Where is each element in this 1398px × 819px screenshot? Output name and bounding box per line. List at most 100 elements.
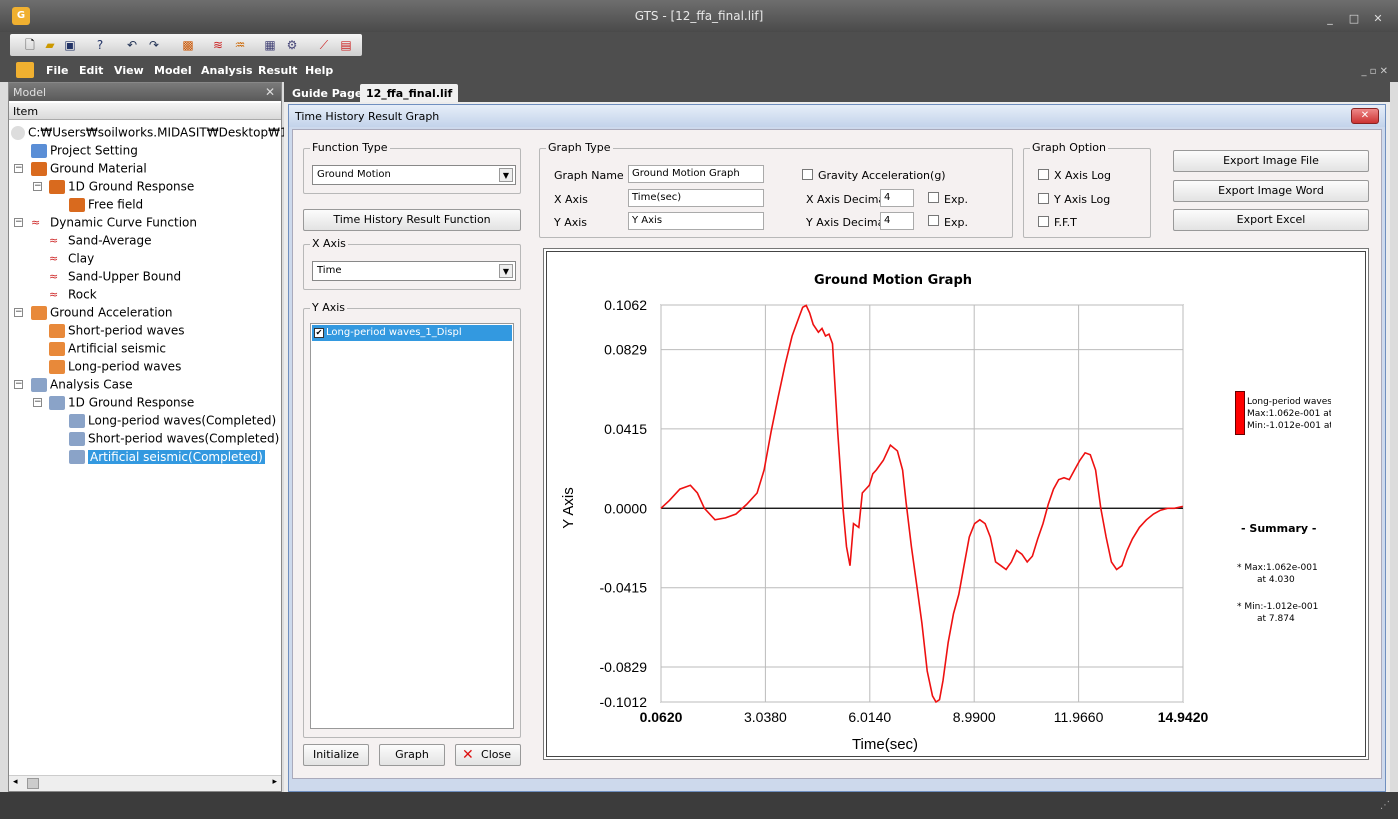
initialize-button[interactable]: Initialize: [303, 744, 369, 766]
acceleration-icon: [49, 341, 65, 356]
tree-item-artificial-seismic-completed[interactable]: Artificial seismic(Completed): [69, 447, 265, 465]
group-title: Function Type: [310, 141, 390, 154]
tree-item-short-period-completed[interactable]: Short-period waves(Completed): [69, 429, 279, 447]
tree-item-label: Short-period waves: [68, 323, 185, 338]
function-type-group: Function Type Ground Motion ▼: [303, 141, 521, 194]
x-axis-select[interactable]: Time ▼: [312, 261, 516, 281]
y-exp-label: Exp.: [944, 216, 968, 229]
tree-header: Item: [9, 103, 281, 120]
collapse-toggle[interactable]: −: [33, 398, 42, 407]
collapse-toggle[interactable]: −: [14, 380, 23, 389]
settings-icon[interactable]: ⚙: [284, 37, 300, 53]
tree-item-ground-material[interactable]: Ground Material: [31, 159, 147, 177]
menu-analysis[interactable]: Analysis: [201, 64, 253, 77]
time-history-dialog: Time History Result Graph ✕ Function Typ…: [288, 104, 1386, 792]
close-x-icon: ✕: [462, 747, 474, 763]
tree-item-clay[interactable]: ≈ Clay: [49, 249, 94, 267]
open-folder-icon[interactable]: ▰: [42, 37, 58, 53]
menu-model[interactable]: Model: [154, 64, 192, 77]
tree-item-label: Free field: [88, 197, 144, 212]
graph-icon[interactable]: ⟋: [316, 37, 332, 53]
tab-12-ffa-final[interactable]: 12_ffa_final.lif: [360, 84, 459, 102]
ground-icon[interactable]: ▩: [180, 37, 196, 53]
tree-item-free-field[interactable]: Free field: [69, 195, 143, 213]
export-image-word-button[interactable]: Export Image Word: [1173, 180, 1369, 202]
x-axis-field[interactable]: Time(sec): [628, 189, 764, 207]
tree-item-analysis-1d-ground-response[interactable]: 1D Ground Response: [49, 393, 194, 411]
x-tick-label: 6.0140: [848, 709, 891, 725]
help-icon[interactable]: ?: [92, 37, 108, 53]
resize-grip-icon[interactable]: ⋰: [1380, 800, 1390, 811]
scroll-left-icon[interactable]: ◂: [13, 777, 18, 787]
graph-button[interactable]: Graph: [379, 744, 445, 766]
export-image-file-button[interactable]: Export Image File: [1173, 150, 1369, 172]
y-decimal-field[interactable]: 4: [880, 212, 914, 230]
x-axis-log-checkbox[interactable]: [1038, 169, 1049, 180]
fft-checkbox[interactable]: [1038, 216, 1049, 227]
tree-item-label: Analysis Case: [50, 377, 133, 392]
undo-icon[interactable]: ↶: [124, 37, 140, 53]
save-icon[interactable]: ▣: [62, 37, 78, 53]
tree-item-rock[interactable]: ≈ Rock: [49, 285, 97, 303]
y-exp-checkbox[interactable]: [928, 215, 939, 226]
toolbar: 🗋 ▰ ▣ ? ↶ ↷ ▩ ≋ ♒ ▦ ⚙ ⟋ ▤: [0, 32, 1398, 58]
result-icon[interactable]: ▤: [338, 37, 354, 53]
menu-app-icon[interactable]: [16, 62, 34, 78]
tree-item-dynamic-curve[interactable]: ≈ Dynamic Curve Function: [31, 213, 197, 231]
collapse-toggle[interactable]: −: [14, 164, 23, 173]
y-axis-list[interactable]: ✔ Long-period waves_1_Displ: [310, 323, 514, 729]
x-decimal-field[interactable]: 4: [880, 189, 914, 207]
menu-view[interactable]: View: [114, 64, 144, 77]
panel-close-icon[interactable]: ✕: [265, 85, 275, 99]
tree-item-project-setting[interactable]: Project Setting: [31, 141, 138, 159]
export-excel-button[interactable]: Export Excel: [1173, 209, 1369, 231]
function-type-select[interactable]: Ground Motion ▼: [312, 165, 516, 185]
checkbox-checked-icon[interactable]: ✔: [314, 328, 324, 338]
menu-result[interactable]: Result: [258, 64, 297, 77]
menu-file[interactable]: File: [46, 64, 69, 77]
acceleration-icon[interactable]: ♒: [232, 37, 248, 53]
wave-icon[interactable]: ≋: [210, 37, 226, 53]
x-tick-label: 8.9900: [953, 709, 996, 725]
new-file-icon[interactable]: 🗋: [22, 37, 38, 53]
tab-guide-page[interactable]: Guide Page: [286, 84, 368, 102]
menu-help[interactable]: Help: [305, 64, 333, 77]
tree-item-label: 1D Ground Response: [68, 395, 195, 410]
collapse-toggle[interactable]: −: [33, 182, 42, 191]
close-button[interactable]: ✕ Close: [455, 744, 521, 766]
tree-item-ground-acceleration[interactable]: Ground Acceleration: [31, 303, 173, 321]
tree-item-short-period-waves[interactable]: Short-period waves: [49, 321, 184, 339]
maximize-icon[interactable]: □: [1346, 12, 1362, 26]
analysis-icon[interactable]: ▦: [262, 37, 278, 53]
y-axis-field[interactable]: Y Axis: [628, 212, 764, 230]
graph-name-field[interactable]: Ground Motion Graph: [628, 165, 764, 183]
gravity-checkbox[interactable]: [802, 169, 813, 180]
tree-item-analysis-case[interactable]: Analysis Case: [31, 375, 133, 393]
document-area: Guide Page 12_ffa_final.lif Time History…: [284, 82, 1390, 792]
y-axis-log-checkbox[interactable]: [1038, 193, 1049, 204]
mdi-controls[interactable]: _ ▫ ✕: [1361, 66, 1388, 77]
time-history-function-button[interactable]: Time History Result Function: [303, 209, 521, 231]
scroll-right-icon[interactable]: ▸: [272, 777, 277, 787]
tree-item-sand-upper-bound[interactable]: ≈ Sand-Upper Bound: [49, 267, 181, 285]
tree-item-long-period-completed[interactable]: Long-period waves(Completed): [69, 411, 276, 429]
list-item[interactable]: ✔ Long-period waves_1_Displ: [312, 325, 512, 341]
menu-edit[interactable]: Edit: [79, 64, 103, 77]
scroll-thumb[interactable]: [27, 778, 39, 789]
horizontal-scrollbar[interactable]: ◂ ▸: [9, 775, 281, 791]
close-icon[interactable]: ✕: [1370, 12, 1386, 26]
minimize-icon[interactable]: _: [1322, 12, 1338, 26]
x-exp-checkbox[interactable]: [928, 192, 939, 203]
y-tick-label: 0.0000: [604, 500, 647, 516]
tree-item-long-period-waves[interactable]: Long-period waves: [49, 357, 181, 375]
collapse-toggle[interactable]: −: [14, 218, 23, 227]
dialog-close-icon[interactable]: ✕: [1351, 108, 1379, 124]
tree-item-artificial-seismic[interactable]: Artificial seismic: [49, 339, 166, 357]
redo-icon[interactable]: ↷: [146, 37, 162, 53]
tree-item-sand-average[interactable]: ≈ Sand-Average: [49, 231, 152, 249]
collapse-toggle[interactable]: −: [14, 308, 23, 317]
compass-icon: [11, 125, 25, 140]
tree-item-1d-ground-response[interactable]: 1D Ground Response: [49, 177, 194, 195]
tree-item-root[interactable]: C:₩Users₩soilworks.MIDASIT₩Desktop₩12_f.…: [11, 123, 316, 141]
plot-area: [660, 304, 1184, 703]
